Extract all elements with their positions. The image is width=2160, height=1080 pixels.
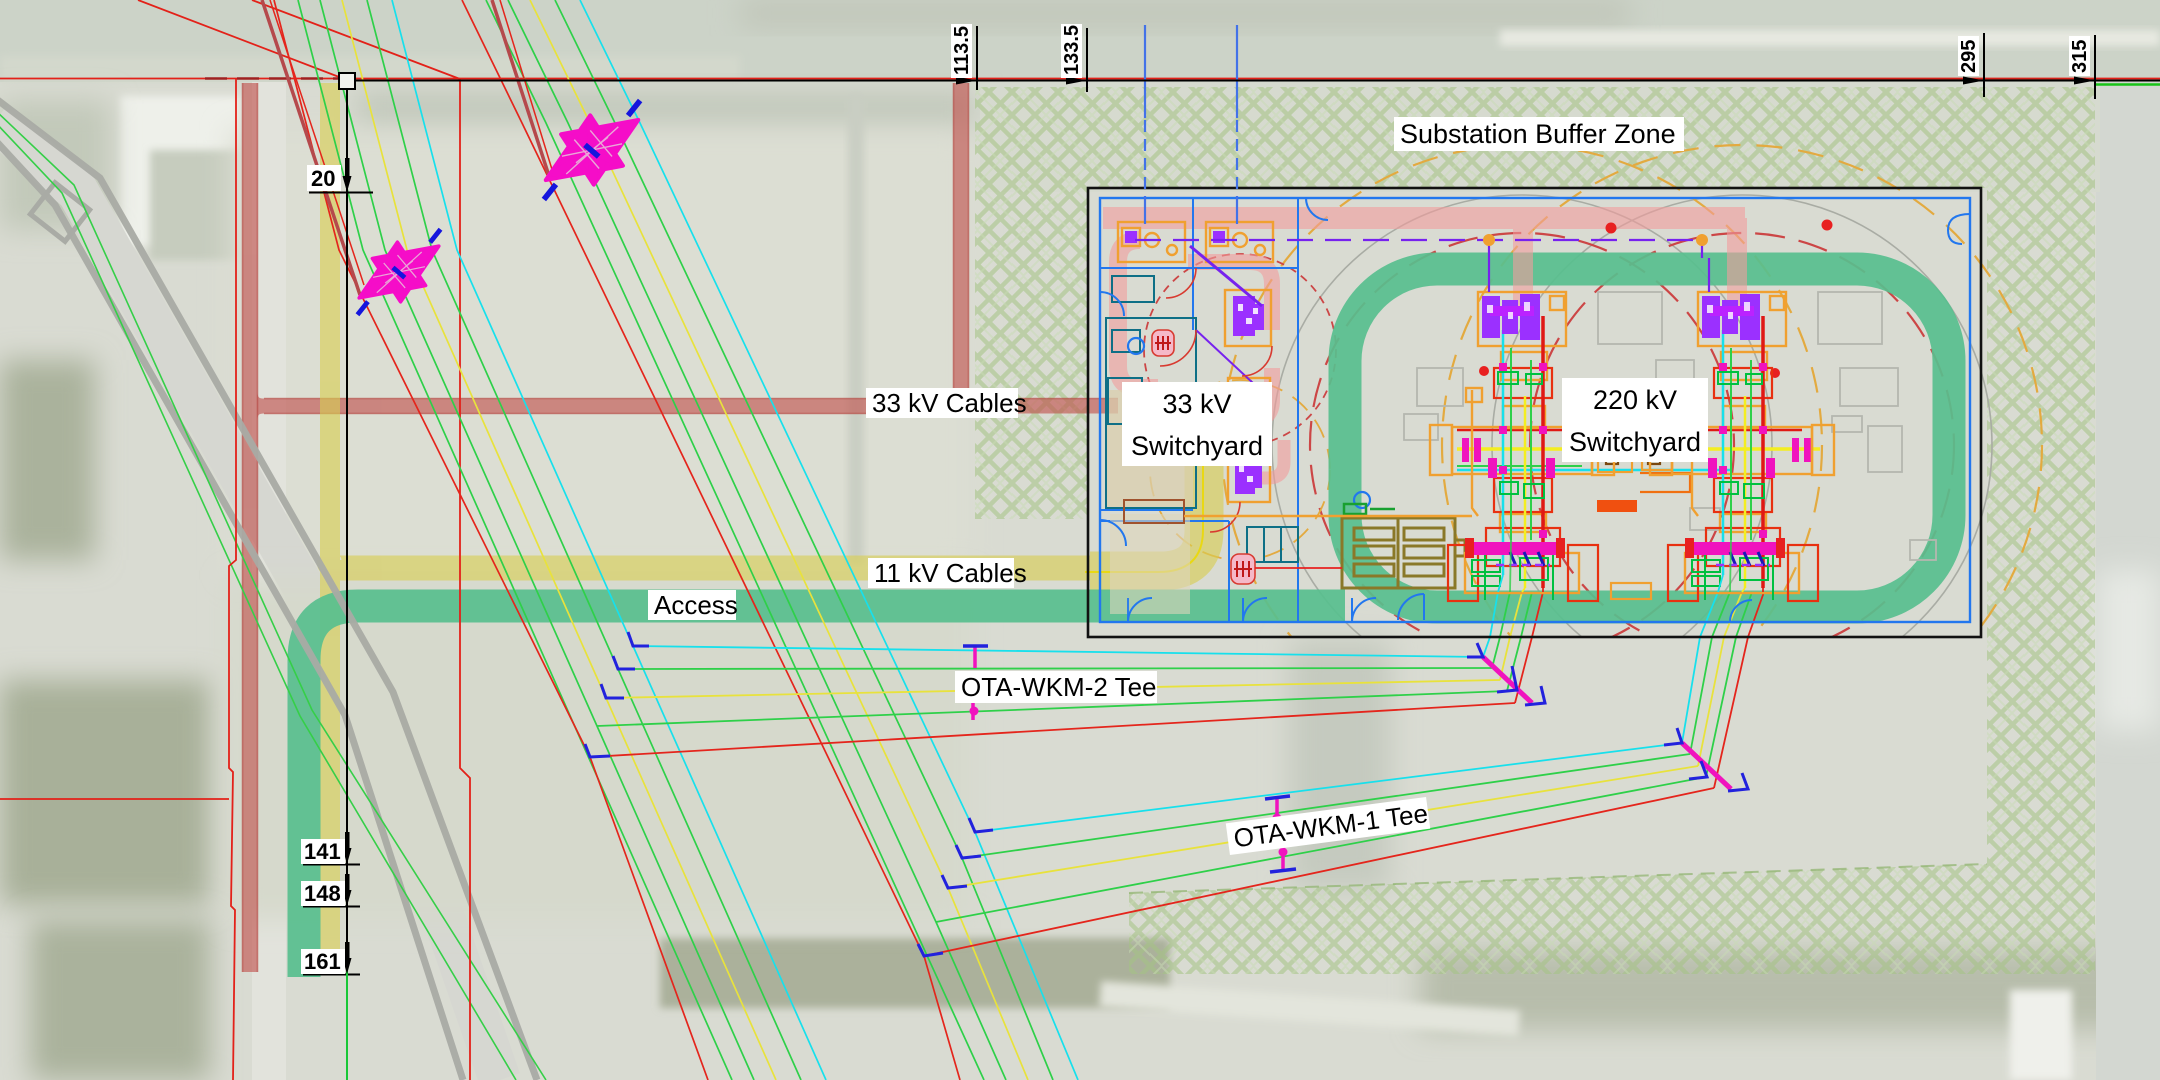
svg-text:33 kV: 33 kV <box>1162 389 1231 419</box>
svg-text:Switchyard: Switchyard <box>1569 427 1701 457</box>
svg-text:113.5: 113.5 <box>951 26 973 75</box>
svg-text:141: 141 <box>304 839 341 864</box>
svg-text:OTA-WKM-2 Tee: OTA-WKM-2 Tee <box>961 672 1157 702</box>
svg-text:148: 148 <box>304 881 341 906</box>
svg-text:295: 295 <box>1958 40 1980 73</box>
svg-text:133.5: 133.5 <box>1061 25 1083 75</box>
svg-text:Access: Access <box>654 590 738 620</box>
svg-text:315: 315 <box>2069 40 2091 73</box>
svg-text:33 kV Cables: 33 kV Cables <box>872 388 1027 418</box>
svg-text:Switchyard: Switchyard <box>1131 431 1263 461</box>
svg-text:161: 161 <box>304 949 341 974</box>
svg-text:220 kV: 220 kV <box>1593 385 1677 415</box>
svg-text:Substation Buffer Zone: Substation Buffer Zone <box>1400 119 1676 149</box>
svg-text:20: 20 <box>311 166 335 191</box>
svg-text:11 kV Cables: 11 kV Cables <box>874 558 1027 588</box>
